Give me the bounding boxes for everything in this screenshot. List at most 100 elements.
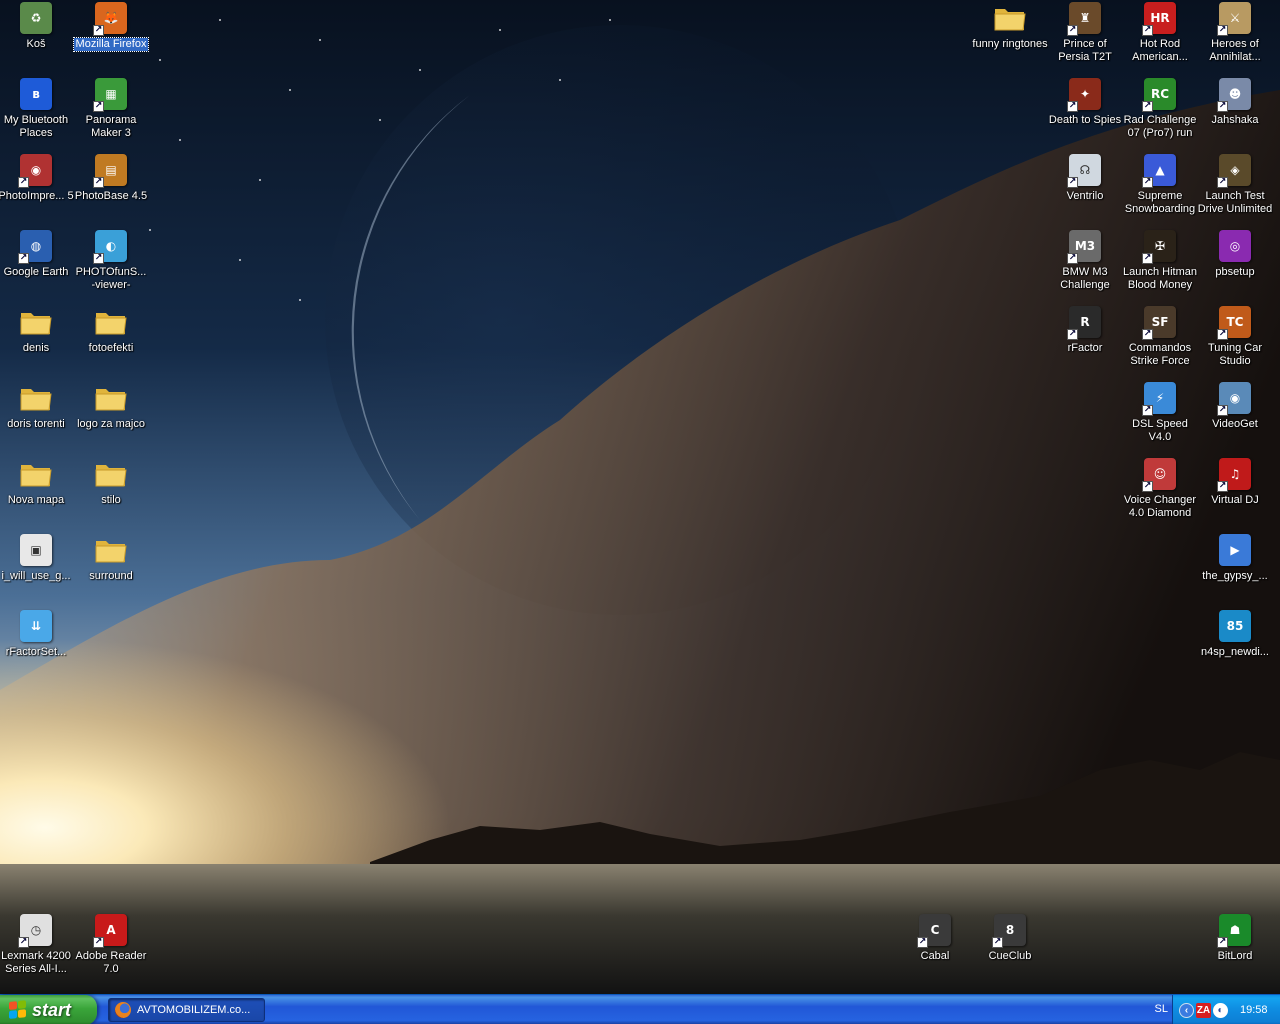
desktop-icon-label: Death to Spies — [1048, 114, 1122, 126]
desktop-icon[interactable]: doris torenti — [0, 382, 74, 431]
videoget-icon: ◉ ↗ — [1217, 382, 1251, 416]
desktop-icon-label: CueClub — [988, 950, 1032, 962]
desktop-icon[interactable]: SF ↗ Commandos Strike Force — [1122, 306, 1198, 368]
desktop-icon[interactable]: ◈ ↗ Launch Test Drive Unlimited — [1197, 154, 1273, 216]
shortcut-arrow-icon: ↗ — [1067, 329, 1078, 340]
rad-challenge-icon: RC ↗ — [1142, 78, 1176, 112]
shortcut-arrow-icon: ↗ — [93, 25, 104, 36]
shortcut-arrow-icon: ↗ — [992, 937, 1003, 948]
desktop-icon[interactable]: ▣ i_will_use_g... — [0, 534, 74, 583]
desktop-icon[interactable]: TC ↗ Tuning Car Studio — [1197, 306, 1273, 368]
desktop-icon[interactable]: R ↗ rFactor — [1047, 306, 1123, 355]
desktop-icon[interactable]: ☗ ↗ BitLord — [1197, 914, 1273, 963]
desktop-icon-label: BitLord — [1217, 950, 1253, 962]
google-earth-icon: ◍ ↗ — [18, 230, 52, 264]
desktop-icon[interactable]: ☺ ↗ Voice Changer 4.0 Diamond — [1122, 458, 1198, 520]
desktop-icon[interactable]: ◍ ↗ Google Earth — [0, 230, 74, 279]
desktop-icon[interactable]: ◉ ↗ PhotoImpre... 5 — [0, 154, 74, 203]
desktop-icon-label: Cabal — [920, 950, 950, 962]
shortcut-arrow-icon: ↗ — [1067, 25, 1078, 36]
panorama-maker-icon: ▦ ↗ — [93, 78, 127, 112]
desktop-icon-label: DSL Speed V4.0 — [1132, 418, 1188, 443]
folder-icon — [994, 2, 1026, 34]
desktop-icon-label: PHOTOfunS... -viewer- — [75, 266, 147, 291]
desktop-icon[interactable]: surround — [73, 534, 149, 583]
shortcut-arrow-icon: ↗ — [1142, 481, 1153, 492]
shortcut-arrow-icon: ↗ — [93, 177, 104, 188]
start-button[interactable]: start — [0, 995, 97, 1024]
tuning-car-studio-icon: TC ↗ — [1217, 306, 1251, 340]
desktop-icon[interactable]: ◉ ↗ VideoGet — [1197, 382, 1273, 431]
adobe-reader-icon: A ↗ — [93, 914, 127, 948]
desktop-icon[interactable]: ♻ Koš — [0, 2, 74, 51]
bluetooth-icon: ʙ — [20, 78, 52, 110]
clock[interactable]: 19:58 — [1240, 1004, 1268, 1016]
folder-icon — [95, 306, 127, 338]
desktop-icon[interactable]: HR ↗ Hot Rod American... — [1122, 2, 1198, 64]
desktop-icon[interactable]: ʙ My Bluetooth Places — [0, 78, 74, 140]
desktop-icon[interactable]: ◷ ↗ Lexmark 4200 Series All-I... — [0, 914, 74, 976]
desktop-icon-label: fotoefekti — [88, 342, 134, 354]
desktop-icon[interactable]: ☊ ↗ Ventrilo — [1047, 154, 1123, 203]
messenger-icon[interactable]: ◐ — [1213, 1002, 1228, 1018]
desktop-icon-label: doris torenti — [7, 418, 65, 430]
desktop-icon[interactable]: funny ringtones — [972, 2, 1048, 51]
ventrilo-icon: ☊ ↗ — [1067, 154, 1101, 188]
cueclub-icon: 8 ↗ — [992, 914, 1026, 948]
desktop-icon[interactable]: ♫ ↗ Virtual DJ — [1197, 458, 1273, 507]
desktop-icon-label: Heroes of Annihilat... — [1209, 38, 1261, 63]
desktop-icon[interactable]: ♜ ↗ Prince of Persia T2T — [1047, 2, 1123, 64]
chevron-left-icon[interactable]: ‹ — [1179, 1002, 1194, 1018]
desktop-icon[interactable]: logo za majco — [73, 382, 149, 431]
desktop-icon[interactable]: Nova mapa — [0, 458, 74, 507]
desktop-icon[interactable]: ◎ pbsetup — [1197, 230, 1273, 279]
desktop-icon-label: Google Earth — [3, 266, 69, 278]
desktop-icon[interactable]: ✦ ↗ Death to Spies — [1047, 78, 1123, 127]
shortcut-arrow-icon: ↗ — [93, 253, 104, 264]
language-indicator[interactable]: SL — [1155, 1003, 1168, 1015]
zonealarm-icon[interactable]: ZA — [1196, 1002, 1211, 1018]
desktop-icon[interactable]: ▶ the_gypsy_... — [1197, 534, 1273, 583]
desktop-icon[interactable]: ▲ ↗ Supreme Snowboarding — [1122, 154, 1198, 216]
desktop-icon[interactable]: ◐ ↗ PHOTOfunS... -viewer- — [73, 230, 149, 292]
desktop-icon[interactable]: A ↗ Adobe Reader 7.0 — [73, 914, 149, 976]
desktop-icon[interactable]: ☻ ↗ Jahshaka — [1197, 78, 1273, 127]
shortcut-arrow-icon: ↗ — [1067, 253, 1078, 264]
desktop-icon[interactable]: C ↗ Cabal — [897, 914, 973, 963]
desktop-icon[interactable]: ⚔ ↗ Heroes of Annihilat... — [1197, 2, 1273, 64]
desktop-icon[interactable]: ⇊ rFactorSet... — [0, 610, 74, 659]
media-file-icon: ▶ — [1219, 534, 1251, 566]
shortcut-arrow-icon: ↗ — [18, 253, 29, 264]
shortcut-arrow-icon: ↗ — [917, 937, 928, 948]
desktop-icon-label: Jahshaka — [1211, 114, 1259, 126]
desktop-icon-label: rFactorSet... — [5, 646, 67, 658]
desktop-icon[interactable]: fotoefekti — [73, 306, 149, 355]
shortcut-arrow-icon: ↗ — [1142, 405, 1153, 416]
desktop-icon[interactable]: 85 n4sp_newdi... — [1197, 610, 1273, 659]
desktop-icon[interactable]: 8 ↗ CueClub — [972, 914, 1048, 963]
desktop-icon-label: BMW M3 Challenge — [1060, 266, 1110, 291]
media-disc-icon: 85 — [1219, 610, 1251, 642]
taskbar-button-firefox[interactable]: AVTOMOBILIZEM.co... — [108, 998, 265, 1022]
desktop-icon[interactable]: ▦ ↗ Panorama Maker 3 — [73, 78, 149, 140]
desktop-icon-label: Rad Challenge 07 (Pro7) run — [1123, 114, 1197, 139]
desktop-icon-label: Prince of Persia T2T — [1058, 38, 1112, 63]
desktop-icon[interactable]: RC ↗ Rad Challenge 07 (Pro7) run — [1122, 78, 1198, 140]
desktop-icon[interactable]: ⚡ ↗ DSL Speed V4.0 — [1122, 382, 1198, 444]
desktop-icon-label: pbsetup — [1215, 266, 1255, 278]
desktop-icon-label: n4sp_newdi... — [1201, 646, 1269, 658]
desktop-icon-label: PhotoImpre... 5 — [0, 190, 74, 202]
hitman-icon: ✠ ↗ — [1142, 230, 1176, 264]
desktop-icon[interactable]: ▤ ↗ PhotoBase 4.5 — [73, 154, 149, 203]
photobase-icon: ▤ ↗ — [93, 154, 127, 188]
desktop-icon[interactable]: M3 ↗ BMW M3 Challenge — [1047, 230, 1123, 292]
desktop-icon[interactable]: stilo — [73, 458, 149, 507]
desktop-icon-label: Hot Rod American... — [1132, 38, 1188, 63]
desktop-icon[interactable]: ✠ ↗ Launch Hitman Blood Money — [1122, 230, 1198, 292]
desktop-icon[interactable]: denis — [0, 306, 74, 355]
windows-logo-icon — [9, 1000, 27, 1020]
folder-icon — [95, 382, 127, 414]
shortcut-arrow-icon: ↗ — [93, 101, 104, 112]
desktop-icon[interactable]: 🦊 ↗ Mozilla Firefox — [72, 2, 150, 56]
firefox-icon — [115, 1002, 131, 1018]
